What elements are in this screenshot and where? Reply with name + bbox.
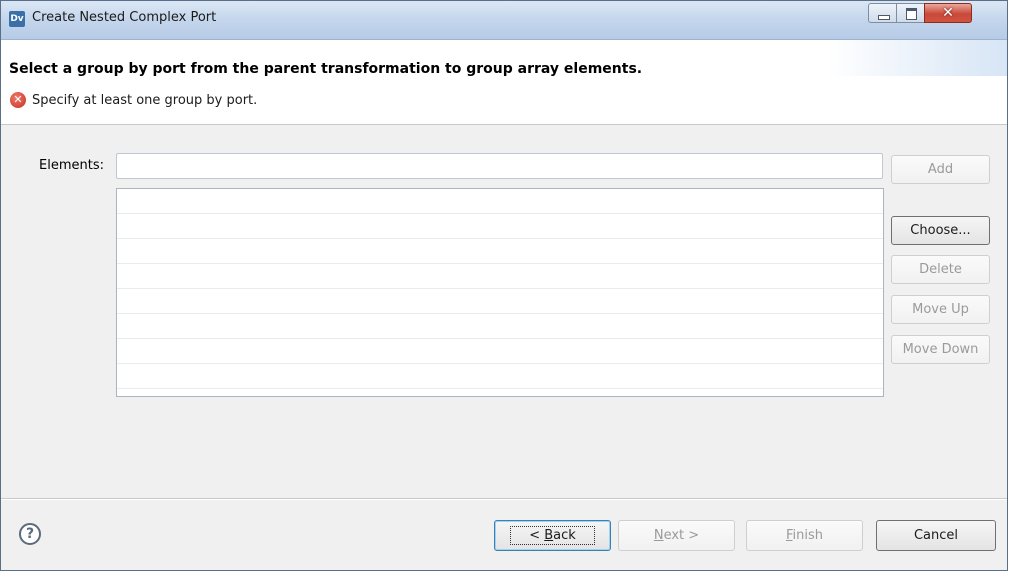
list-row[interactable]: [117, 214, 883, 239]
elements-list[interactable]: [116, 188, 884, 397]
close-icon: ✕: [942, 5, 954, 21]
elements-input[interactable]: [116, 153, 883, 179]
list-row[interactable]: [117, 364, 883, 389]
add-button[interactable]: Add: [891, 155, 990, 184]
back-rest: ack: [553, 528, 576, 543]
back-button-focus: < Back: [510, 526, 595, 545]
move-up-button[interactable]: Move Up: [891, 295, 990, 324]
dialog-window: Dv Create Nested Complex Port ✕ Select a…: [0, 0, 1008, 571]
delete-button[interactable]: Delete: [891, 255, 990, 284]
window-title: Create Nested Complex Port: [32, 10, 217, 25]
help-icon[interactable]: ?: [19, 523, 41, 545]
next-rest: ext >: [663, 528, 700, 543]
cancel-button[interactable]: Cancel: [876, 520, 996, 551]
list-row[interactable]: [117, 339, 883, 364]
footer-divider-highlight: [1, 499, 1007, 500]
next-button[interactable]: Next >: [618, 520, 735, 551]
error-icon: ✕: [10, 92, 26, 108]
maximize-button[interactable]: [896, 3, 925, 23]
finish-rest: inish: [792, 528, 824, 543]
list-row[interactable]: [117, 239, 883, 264]
app-icon: Dv: [9, 11, 25, 27]
list-row[interactable]: [117, 189, 883, 214]
close-button[interactable]: ✕: [924, 3, 972, 23]
page-heading: Select a group by port from the parent t…: [9, 61, 643, 77]
list-row[interactable]: [117, 289, 883, 314]
minimize-icon: [878, 15, 890, 20]
list-row[interactable]: [117, 264, 883, 289]
move-down-button[interactable]: Move Down: [891, 335, 990, 364]
wizard-header: Select a group by port from the parent t…: [1, 40, 1007, 125]
list-row[interactable]: [117, 314, 883, 339]
minimize-button[interactable]: [868, 3, 897, 23]
next-mnemonic: N: [653, 528, 664, 543]
back-button[interactable]: < Back: [494, 520, 611, 551]
title-bar[interactable]: Dv Create Nested Complex Port ✕: [1, 1, 1007, 40]
elements-label: Elements:: [39, 158, 104, 173]
finish-button[interactable]: Finish: [746, 520, 863, 551]
back-mnemonic: B: [544, 528, 554, 543]
header-banner: [827, 40, 1007, 76]
back-prefix: <: [529, 528, 545, 543]
error-message: Specify at least one group by port.: [32, 93, 258, 108]
choose-button[interactable]: Choose...: [891, 216, 990, 245]
maximize-icon: [906, 8, 917, 20]
